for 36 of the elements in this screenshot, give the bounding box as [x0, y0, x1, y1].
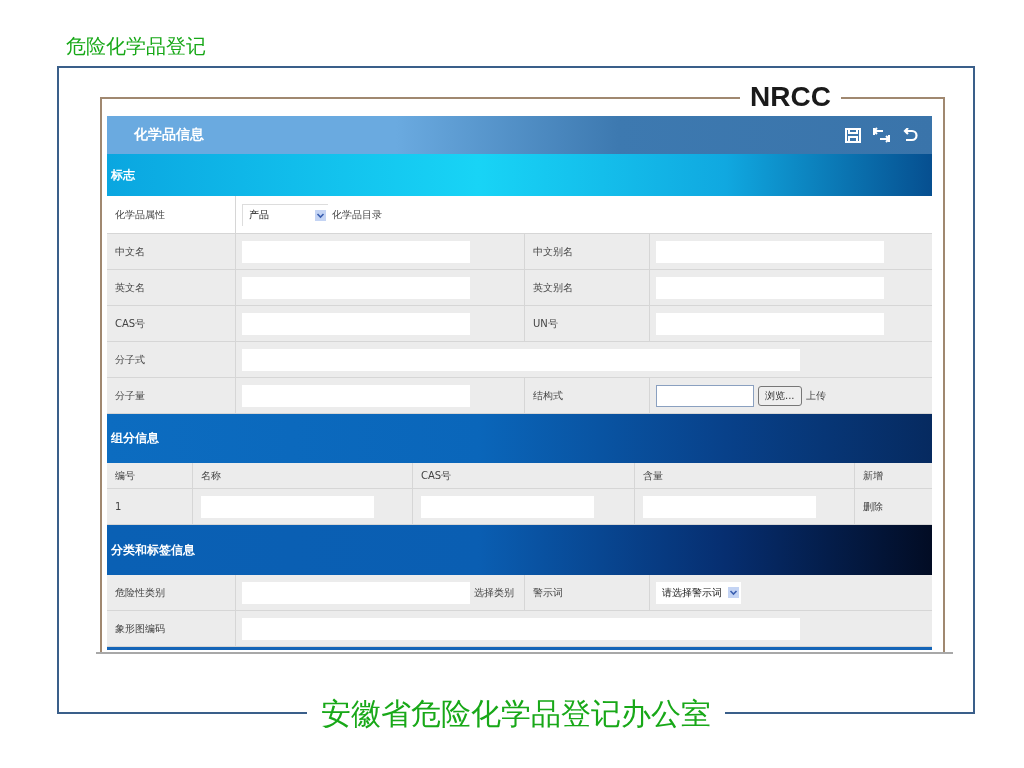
field-label: 中文别名 [533, 244, 573, 259]
dropdown[interactable]: 产品 [242, 203, 328, 226]
link-text[interactable]: 选择类别 [474, 585, 514, 600]
add-link[interactable]: 新增 [863, 468, 883, 483]
field-label: CAS号 [115, 316, 146, 331]
column-header: 含量 [643, 468, 663, 483]
section-title: 分类和标签信息 [111, 541, 195, 559]
slide-title: 危险化学品登记 [66, 33, 206, 60]
delete-link[interactable]: 删除 [863, 499, 883, 514]
field-label: 结构式 [533, 388, 563, 403]
field-label: 分子式 [115, 352, 145, 367]
field-label: 象形图编码 [115, 621, 165, 636]
save-icon[interactable] [845, 127, 861, 143]
column-header: 名称 [201, 468, 221, 483]
field-label: UN号 [533, 316, 558, 331]
upload-link[interactable]: 上传 [805, 388, 826, 403]
column-header: 编号 [115, 468, 135, 483]
row-number: 1 [115, 501, 122, 512]
panel-title: 化学品信息 [134, 126, 204, 144]
link-text[interactable]: 化学品目录 [332, 207, 382, 222]
section-title: 组分信息 [111, 430, 159, 447]
column-header: CAS号 [421, 468, 452, 483]
section-title: 标志 [111, 166, 135, 184]
field-label: 英文名 [115, 280, 145, 295]
file-field[interactable] [656, 384, 754, 407]
chevron-down-icon [729, 588, 738, 597]
field-label: 化学品属性 [115, 207, 165, 222]
field-label: 警示词 [533, 585, 563, 600]
field-label: 危险性类别 [115, 585, 165, 600]
field-label: 英文别名 [533, 280, 573, 295]
browse-button[interactable]: 浏览... [758, 385, 802, 406]
field-label: 分子量 [115, 388, 145, 403]
dropdown[interactable]: 请选择警示词 [656, 581, 741, 604]
undo-icon[interactable] [902, 127, 918, 143]
field-label: 中文名 [115, 244, 145, 259]
swap-arrows-icon[interactable] [873, 127, 890, 143]
